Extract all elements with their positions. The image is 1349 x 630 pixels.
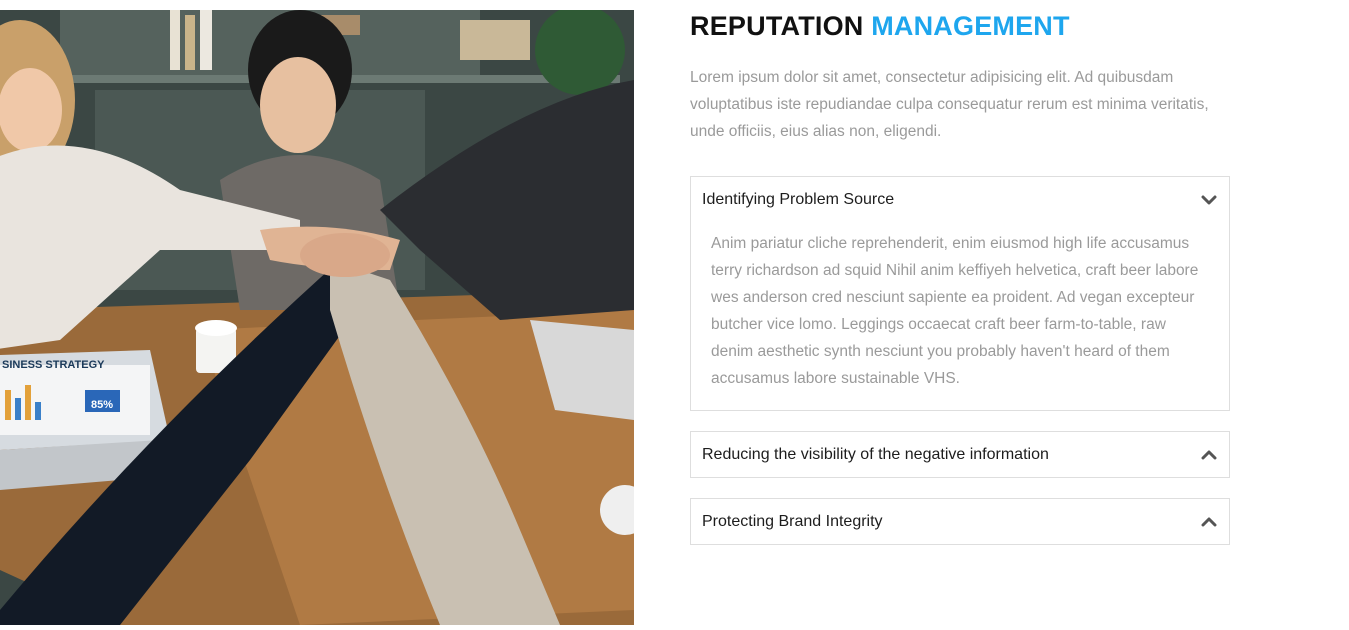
accordion-title: Identifying Problem Source xyxy=(702,190,895,208)
chevron-down-icon xyxy=(1201,195,1217,204)
heading-primary: REPUTATION xyxy=(690,11,864,41)
accordion-item-reducing-visibility: Reducing the visibility of the negative … xyxy=(690,431,1230,478)
accordion-title: Protecting Brand Integrity xyxy=(702,512,883,530)
accordion-header[interactable]: Identifying Problem Source xyxy=(691,177,1229,222)
accordion-header[interactable]: Protecting Brand Integrity xyxy=(691,499,1229,544)
accordion-title: Reducing the visibility of the negative … xyxy=(702,445,1049,463)
accordion-item-protecting-brand-integrity: Protecting Brand Integrity xyxy=(690,498,1230,545)
chevron-up-icon xyxy=(1201,517,1217,526)
accordion-body: Anim pariatur cliche reprehenderit, enim… xyxy=(711,235,1199,387)
accordion-header[interactable]: Reducing the visibility of the negative … xyxy=(691,432,1229,477)
section-heading: REPUTATION MANAGEMENT xyxy=(690,10,1230,42)
intro-text: Lorem ipsum dolor sit amet, consectetur … xyxy=(690,69,1209,140)
heading-accent: MANAGEMENT xyxy=(871,11,1070,41)
accordion-item-identifying-problem-source: Identifying Problem Source Anim pariatur… xyxy=(690,176,1230,411)
chevron-up-icon xyxy=(1201,450,1217,459)
team-hands-photo: SINESS STRATEGY 85% xyxy=(0,10,634,625)
laptop-screen-stat: 85% xyxy=(91,399,113,411)
laptop-screen-title: SINESS STRATEGY xyxy=(2,359,105,371)
